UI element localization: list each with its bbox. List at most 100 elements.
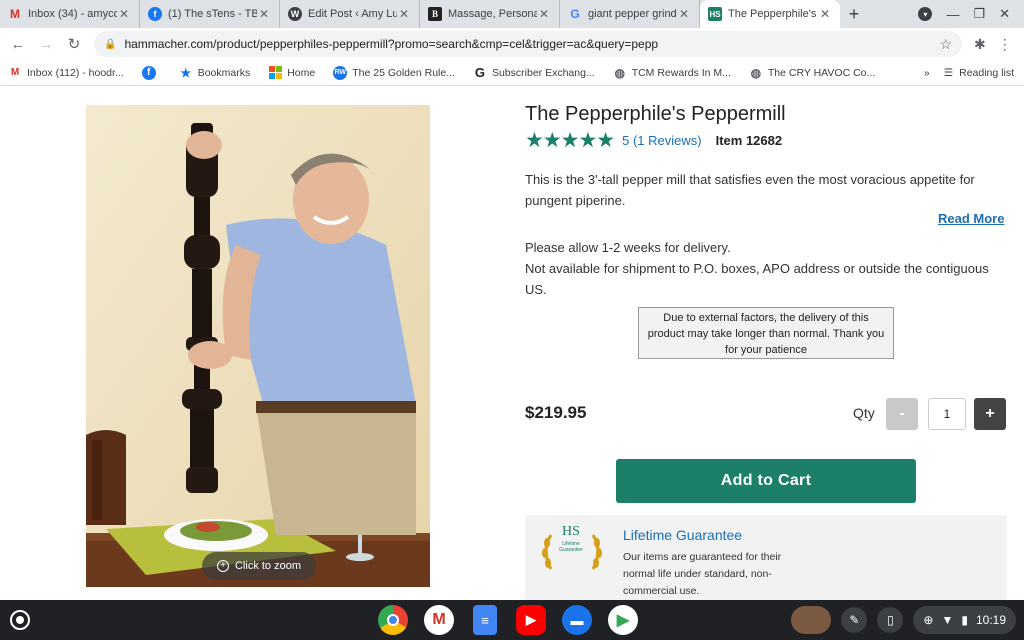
bookmark-item[interactable]: f [141, 65, 161, 80]
tab-google-search[interactable]: G giant pepper grind ✕ [560, 0, 700, 28]
bookmark-label: TCM Rewards In M... [631, 66, 731, 79]
bookmark-item[interactable]: M Inbox (112) - hoodr... [8, 66, 124, 80]
click-to-zoom-button[interactable]: + Click to zoom [202, 552, 316, 580]
play-store-icon[interactable]: ▶ [608, 605, 638, 635]
bookmark-label: Inbox (112) - hoodr... [27, 66, 124, 79]
reading-list-button[interactable]: Reading list [959, 67, 1014, 79]
globe-icon: ◍ [614, 65, 625, 80]
bookmark-item[interactable]: ◍ TCM Rewards In M... [613, 65, 731, 80]
qty-increase-button[interactable]: + [974, 398, 1006, 430]
facebook-icon: f [141, 65, 156, 80]
bookmark-label: Home [287, 66, 316, 79]
tab-title: Massage, Persona [448, 8, 537, 20]
docs-icon[interactable]: ≡ [473, 605, 497, 635]
extensions-icon[interactable]: ✱ [974, 36, 986, 53]
star-icon: ★ [180, 65, 192, 80]
bookmark-label: Bookmarks [197, 66, 251, 79]
system-tray[interactable]: ⊕ ▼ ▮ 10:19 [913, 606, 1016, 634]
restore-icon[interactable]: ❐ [973, 6, 985, 22]
add-to-cart-button[interactable]: Add to Cart [616, 459, 916, 503]
bookmark-item[interactable]: ★ Bookmarks [179, 65, 251, 80]
bookmarks-right: » ☰ Reading list [924, 60, 1014, 86]
gmail-app-icon[interactable]: M [424, 605, 454, 635]
read-more-link[interactable]: Read More [938, 211, 1004, 226]
clock: 10:19 [975, 613, 1006, 627]
tab-search-icon[interactable]: ▾ [918, 7, 933, 21]
price: $219.95 [525, 403, 587, 422]
guarantee-title[interactable]: Lifetime Guarantee [623, 527, 742, 543]
b-icon: B [428, 7, 442, 21]
close-icon[interactable]: ✕ [818, 7, 832, 21]
phone-hub-icon[interactable]: ▯ [877, 607, 904, 633]
add-icon: ⊕ [923, 613, 934, 627]
menu-icon[interactable]: ⋮ [998, 36, 1012, 53]
gmail-icon: M [10, 7, 20, 21]
microsoft-icon [268, 65, 282, 80]
close-window-icon[interactable]: ✕ [999, 6, 1010, 22]
new-tab-button[interactable]: + [840, 0, 868, 28]
qty-decrease-button[interactable]: - [886, 398, 918, 430]
bookmark-item[interactable]: G Subscriber Exchang... [473, 65, 595, 80]
facebook-icon: f [148, 7, 162, 21]
chrome-icon[interactable] [378, 605, 408, 635]
tab-title: Inbox (34) - amyco [28, 8, 117, 20]
badge-subtext: Lifetime Guarantee [559, 541, 583, 553]
close-icon[interactable]: ✕ [257, 7, 271, 21]
product-image[interactable]: + Click to zoom [86, 105, 430, 587]
zoom-label: Click to zoom [234, 560, 302, 572]
close-icon[interactable]: ✕ [537, 7, 551, 21]
g-icon: G [474, 65, 486, 80]
wifi-icon: ▼ [941, 613, 954, 627]
bookmark-item[interactable]: RW The 25 Golden Rule... [333, 65, 455, 80]
files-icon[interactable]: ▬ [562, 605, 592, 635]
tab-title: giant pepper grind [588, 8, 677, 20]
close-icon[interactable]: ✕ [117, 7, 131, 21]
stylus-icon[interactable]: ✎ [841, 607, 868, 633]
qty-label: Qty [853, 405, 875, 421]
hs-icon: HS [708, 7, 722, 21]
close-icon[interactable]: ✕ [677, 7, 691, 21]
window-controls: ▾ — ❐ ✕ [918, 0, 1024, 28]
shipping-restriction-text: Not available for shipment to P.O. boxes… [525, 261, 989, 297]
avatar[interactable] [791, 606, 832, 634]
rw-icon: RW [333, 65, 348, 80]
tab-facebook[interactable]: f (1) The sTens - TB ✕ [140, 0, 280, 28]
delivery-time-text: Please allow 1-2 weeks for delivery. [525, 240, 731, 255]
qty-input[interactable]: 1 [928, 398, 966, 430]
product-description: This is the 3'-tall pepper mill that sat… [525, 172, 975, 208]
bookmark-star-icon[interactable]: ☆ [939, 36, 952, 53]
item-number: Item 12682 [715, 133, 783, 148]
page-content: + Click to zoom The Pepperphile's Pepper… [0, 87, 1024, 600]
tab-massage[interactable]: B Massage, Persona ✕ [420, 0, 560, 28]
lock-icon[interactable]: 🔒 [104, 39, 116, 50]
url-text[interactable]: hammacher.com/product/pepperphiles-peppe… [124, 37, 939, 51]
reviews-link[interactable]: 5 (1 Reviews) [622, 133, 701, 148]
google-icon: G [570, 7, 580, 21]
status-area: ✎ ▯ ⊕ ▼ ▮ 10:19 [791, 606, 1016, 634]
tab-title: Edit Post ‹ Amy Lu [308, 8, 397, 20]
bookmark-item[interactable]: ◍ The CRY HAVOC Co... [749, 66, 876, 80]
address-bar[interactable]: 🔒 hammacher.com/product/pepperphiles-pep… [94, 31, 962, 57]
reading-list-icon: ☰ [943, 67, 954, 79]
system-shelf: M ≡ ▶ ▬ ▶ ✎ ▯ ⊕ ▼ ▮ 10:19 [0, 600, 1024, 640]
tab-pepperphile[interactable]: HS The Pepperphile's ✕ [700, 0, 840, 28]
reload-icon[interactable]: ↻ [60, 30, 88, 58]
launcher-icon[interactable] [10, 610, 30, 630]
tab-wordpress[interactable]: W Edit Post ‹ Amy Lu ✕ [280, 0, 420, 28]
minimize-icon[interactable]: — [946, 7, 959, 22]
bookmark-label: Subscriber Exchang... [491, 66, 595, 79]
shelf-apps: M ≡ ▶ ▬ ▶ [378, 605, 638, 635]
bookmark-item[interactable]: Home [268, 65, 316, 80]
back-icon[interactable]: ← [4, 30, 32, 58]
badge-hs-text: HS [562, 524, 580, 539]
product-title: The Pepperphile's Peppermill [525, 103, 786, 125]
forward-icon[interactable]: → [32, 30, 60, 58]
tab-gmail[interactable]: M Inbox (34) - amyco ✕ [0, 0, 140, 28]
tab-title: (1) The sTens - TB [168, 8, 257, 20]
browser-toolbar: ← → ↻ 🔒 hammacher.com/product/pepperphil… [0, 28, 1024, 60]
more-bookmarks-button[interactable]: » [924, 67, 930, 79]
youtube-icon[interactable]: ▶ [516, 605, 546, 635]
close-icon[interactable]: ✕ [397, 7, 411, 21]
guarantee-text: Our items are guaranteed for their norma… [623, 551, 782, 597]
lifetime-guarantee-panel: HS Lifetime Guarantee Lifetime Guarantee… [525, 515, 1007, 600]
